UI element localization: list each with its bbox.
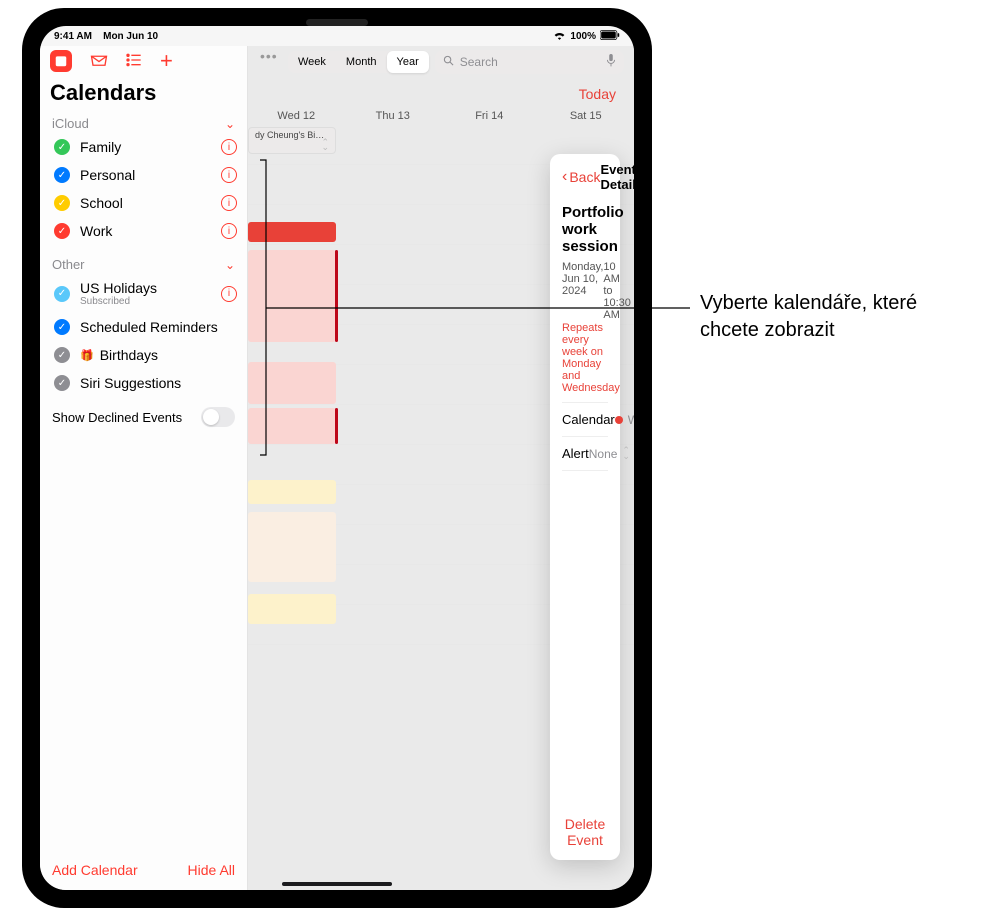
status-left: 9:41 AM Mon Jun 10 [54, 31, 158, 42]
chevron-down-icon: ⌄ [225, 258, 235, 272]
info-icon[interactable]: i [221, 167, 237, 183]
calendar-label: Birthdays [100, 347, 237, 363]
day-header[interactable]: Thu 13 [345, 110, 442, 122]
calendar-item-siri-suggestions[interactable]: ✓ Siri Suggestions [40, 369, 247, 397]
section-other-label: Other [52, 257, 85, 272]
delete-event-button[interactable]: Delete Event [550, 804, 620, 860]
add-icon[interactable]: + [160, 50, 173, 72]
section-other[interactable]: Other ⌄ [40, 253, 247, 274]
info-icon[interactable]: i [221, 139, 237, 155]
hide-all-button[interactable]: Hide All [188, 862, 235, 878]
segment-week[interactable]: Week [288, 51, 336, 73]
show-declined-toggle[interactable] [201, 407, 235, 427]
calendar-label: School [80, 195, 211, 211]
wifi-icon [553, 30, 566, 43]
info-icon[interactable]: i [221, 286, 237, 302]
callout-text: Vyberte kalendáře, které chcete zobrazit [700, 290, 960, 344]
check-dot-icon: ✓ [54, 319, 70, 335]
show-declined-row: Show Declined Events [40, 397, 247, 437]
segment-year[interactable]: Year [387, 51, 429, 73]
chevron-down-icon: ⌄ [225, 117, 235, 131]
gift-icon: 🎁 [80, 349, 94, 362]
calendar-item-school[interactable]: ✓ School i [40, 189, 247, 217]
calendar-list[interactable]: iCloud ⌄ ✓ Family i ✓ Personal i ✓ [40, 112, 247, 850]
calendar-label: Work [80, 223, 211, 239]
sidebar-toolbar: + [40, 46, 247, 74]
battery-pct: 100% [570, 31, 596, 42]
day-header[interactable]: Sat 15 [538, 110, 635, 122]
event-block[interactable] [248, 594, 336, 624]
check-dot-icon: ✓ [54, 167, 70, 183]
calendar-label: Scheduled Reminders [80, 319, 237, 335]
check-dot-icon: ✓ [54, 286, 70, 302]
top-controls: Week Month Year Search [248, 46, 634, 80]
calendar-item-personal[interactable]: ✓ Personal i [40, 161, 247, 189]
calendar-sublabel: Subscribed [80, 296, 211, 307]
device-notch [306, 19, 368, 26]
calendar-label: Family [80, 139, 211, 155]
event-chip-label: dy Cheung's Bi… [255, 130, 324, 140]
day-header[interactable]: Wed 12 [248, 110, 345, 122]
show-declined-label: Show Declined Events [52, 410, 182, 425]
check-dot-icon: ✓ [54, 347, 70, 363]
status-bar: 9:41 AM Mon Jun 10 100% [40, 26, 634, 46]
event-block[interactable] [248, 512, 336, 582]
up-down-icon: ⌃⌄ [321, 140, 329, 151]
calendar-item-scheduled-reminders[interactable]: ✓ Scheduled Reminders [40, 313, 247, 341]
sidebar-footer: Add Calendar Hide All [40, 850, 247, 890]
list-icon[interactable] [126, 53, 142, 70]
allday-event-chip[interactable]: dy Cheung's Bi… ⌃⌄ [248, 127, 336, 154]
status-date: Mon Jun 10 [103, 31, 158, 42]
status-right: 100% [553, 30, 620, 43]
sidebar-title: Calendars [40, 74, 247, 112]
calendar-label: Siri Suggestions [80, 375, 237, 391]
home-indicator[interactable] [282, 882, 392, 886]
battery-icon [600, 30, 620, 43]
day-header[interactable]: Fri 14 [441, 110, 538, 122]
calendar-icon[interactable] [50, 50, 72, 72]
calendar-item-us-holidays[interactable]: ✓ US Holidays Subscribed i [40, 274, 247, 313]
section-icloud[interactable]: iCloud ⌄ [40, 112, 247, 133]
info-icon[interactable]: i [221, 195, 237, 211]
view-segmented-control[interactable]: Week Month Year [288, 51, 429, 73]
info-icon[interactable]: i [221, 223, 237, 239]
calendar-item-work[interactable]: ✓ Work i [40, 217, 247, 245]
calendar-item-birthdays[interactable]: ✓ 🎁 Birthdays [40, 341, 247, 369]
calendars-sidebar: + Calendars iCloud ⌄ ✓ Family i ✓ [40, 46, 248, 890]
today-button[interactable]: Today [248, 80, 634, 110]
mic-icon[interactable] [606, 54, 616, 70]
inbox-icon[interactable] [90, 53, 108, 70]
status-time: 9:41 AM [54, 31, 92, 42]
check-dot-icon: ✓ [54, 139, 70, 155]
calendar-label: Personal [80, 167, 211, 183]
section-icloud-label: iCloud [52, 116, 89, 131]
search-placeholder: Search [460, 55, 600, 69]
calendar-item-family[interactable]: ✓ Family i [40, 133, 247, 161]
segment-month[interactable]: Month [336, 51, 387, 73]
day-headers: Wed 12 Thu 13 Fri 14 Sat 15 [248, 110, 634, 127]
callout-bracket [260, 155, 700, 485]
check-dot-icon: ✓ [54, 223, 70, 239]
search-field[interactable]: Search [435, 50, 624, 74]
check-dot-icon: ✓ [54, 195, 70, 211]
calendar-label: US Holidays Subscribed [80, 280, 211, 307]
add-calendar-button[interactable]: Add Calendar [52, 862, 138, 878]
calendar-label-text: US Holidays [80, 280, 157, 296]
check-dot-icon: ✓ [54, 375, 70, 391]
search-icon [443, 55, 454, 69]
